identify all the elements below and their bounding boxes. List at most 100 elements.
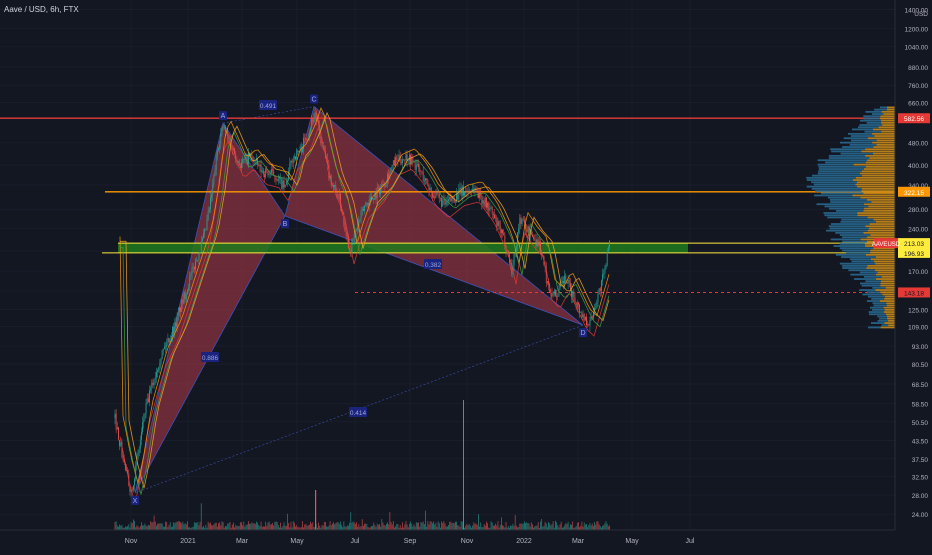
candle xyxy=(182,299,184,304)
volume-profile-bar xyxy=(884,297,895,300)
volume-bar xyxy=(196,522,198,530)
volume-bar xyxy=(162,526,164,530)
volume-bar xyxy=(537,522,539,530)
volume-bar xyxy=(427,521,429,530)
volume-bar xyxy=(415,521,417,530)
volume-bar xyxy=(152,522,154,530)
candle xyxy=(593,312,594,319)
volume-profile-bar xyxy=(879,300,895,302)
volume-profile-bar xyxy=(874,108,887,111)
volume-profile-bar xyxy=(872,302,887,305)
volume-bar xyxy=(442,522,444,530)
volume-profile-bar xyxy=(841,256,876,258)
volume-bar xyxy=(181,523,183,530)
volume-profile-bar xyxy=(880,284,895,287)
chart-area[interactable]: X A B C D 0.491 0.886 0.382 0.414 1400.00 1200.00 1… xyxy=(0,0,932,550)
volume-bar xyxy=(552,521,554,530)
volume-profile-bar xyxy=(869,306,884,309)
volume-bar xyxy=(399,525,401,530)
candle xyxy=(228,135,230,139)
volume-profile-bar xyxy=(824,205,869,208)
volume-bar xyxy=(583,522,585,530)
volume-profile-bar xyxy=(882,124,895,126)
candle xyxy=(364,205,365,211)
volume-profile-bar xyxy=(824,214,858,217)
volume-profile-bar xyxy=(811,174,863,177)
volume-bar xyxy=(556,522,557,530)
candle xyxy=(290,160,292,164)
volume-bar xyxy=(571,525,572,530)
volume-profile-bar xyxy=(856,181,895,184)
candle xyxy=(213,175,215,184)
candle xyxy=(457,193,459,200)
candle xyxy=(218,148,219,151)
volume-bar xyxy=(280,522,281,530)
candle xyxy=(177,311,179,316)
candle xyxy=(363,209,364,211)
harmonic-point-text: B xyxy=(283,221,288,228)
candle xyxy=(429,188,431,191)
volume-bar xyxy=(479,526,480,530)
candle xyxy=(313,116,315,123)
volume-bar xyxy=(421,522,423,530)
candle xyxy=(572,291,574,297)
candle xyxy=(260,164,262,173)
volume-profile-bar xyxy=(866,121,882,124)
candle xyxy=(521,219,523,224)
volume-profile-bar xyxy=(867,216,895,219)
candle xyxy=(349,248,350,251)
candle xyxy=(222,126,224,128)
candle xyxy=(488,203,490,211)
volume-bar xyxy=(308,524,310,530)
volume-profile-bar xyxy=(864,203,895,206)
volume-profile-bar xyxy=(833,245,866,247)
volume-bar xyxy=(453,523,455,530)
candle xyxy=(141,431,142,440)
volume-profile-bar xyxy=(886,304,895,307)
candle xyxy=(353,234,355,239)
volume-bar xyxy=(541,518,543,530)
candle xyxy=(586,316,587,326)
candle xyxy=(607,247,609,252)
volume-bar xyxy=(602,526,603,530)
volume-profile-bar xyxy=(830,223,870,225)
volume-bar xyxy=(476,524,478,530)
volume-bar xyxy=(575,526,577,530)
volume-bar xyxy=(598,524,600,530)
volume-profile-bar xyxy=(878,126,895,129)
volume-bar xyxy=(119,524,120,530)
volume-bar xyxy=(511,525,513,530)
y-tick-label: 68.50 xyxy=(912,382,929,389)
volume-bar xyxy=(177,521,179,530)
candle xyxy=(356,229,357,231)
volume-bar xyxy=(423,524,425,530)
volume-profile-bar xyxy=(859,271,878,274)
volume-profile-bar xyxy=(875,262,895,265)
candle xyxy=(415,164,417,170)
candle xyxy=(265,168,267,178)
candle xyxy=(519,217,521,229)
volume-profile-bar xyxy=(877,271,895,274)
volume-profile-bar xyxy=(842,240,867,243)
candle xyxy=(198,253,200,261)
candle xyxy=(160,358,162,364)
volume-profile-bar xyxy=(850,135,875,137)
volume-bar xyxy=(127,525,129,530)
volume-bar xyxy=(487,523,488,530)
volume-bar xyxy=(388,524,390,530)
volume-profile-bar xyxy=(860,282,881,285)
candle xyxy=(533,237,534,239)
candle xyxy=(407,160,409,162)
candle xyxy=(199,252,201,254)
candle xyxy=(402,159,403,164)
volume-bar xyxy=(131,523,133,530)
candle xyxy=(445,201,447,205)
candle xyxy=(373,198,375,201)
candle xyxy=(206,219,208,230)
candle xyxy=(147,398,149,403)
candle xyxy=(552,294,554,296)
volume-profile-bar xyxy=(876,143,895,146)
volume-bar xyxy=(284,525,286,530)
candle xyxy=(418,164,419,168)
candle xyxy=(159,363,161,368)
